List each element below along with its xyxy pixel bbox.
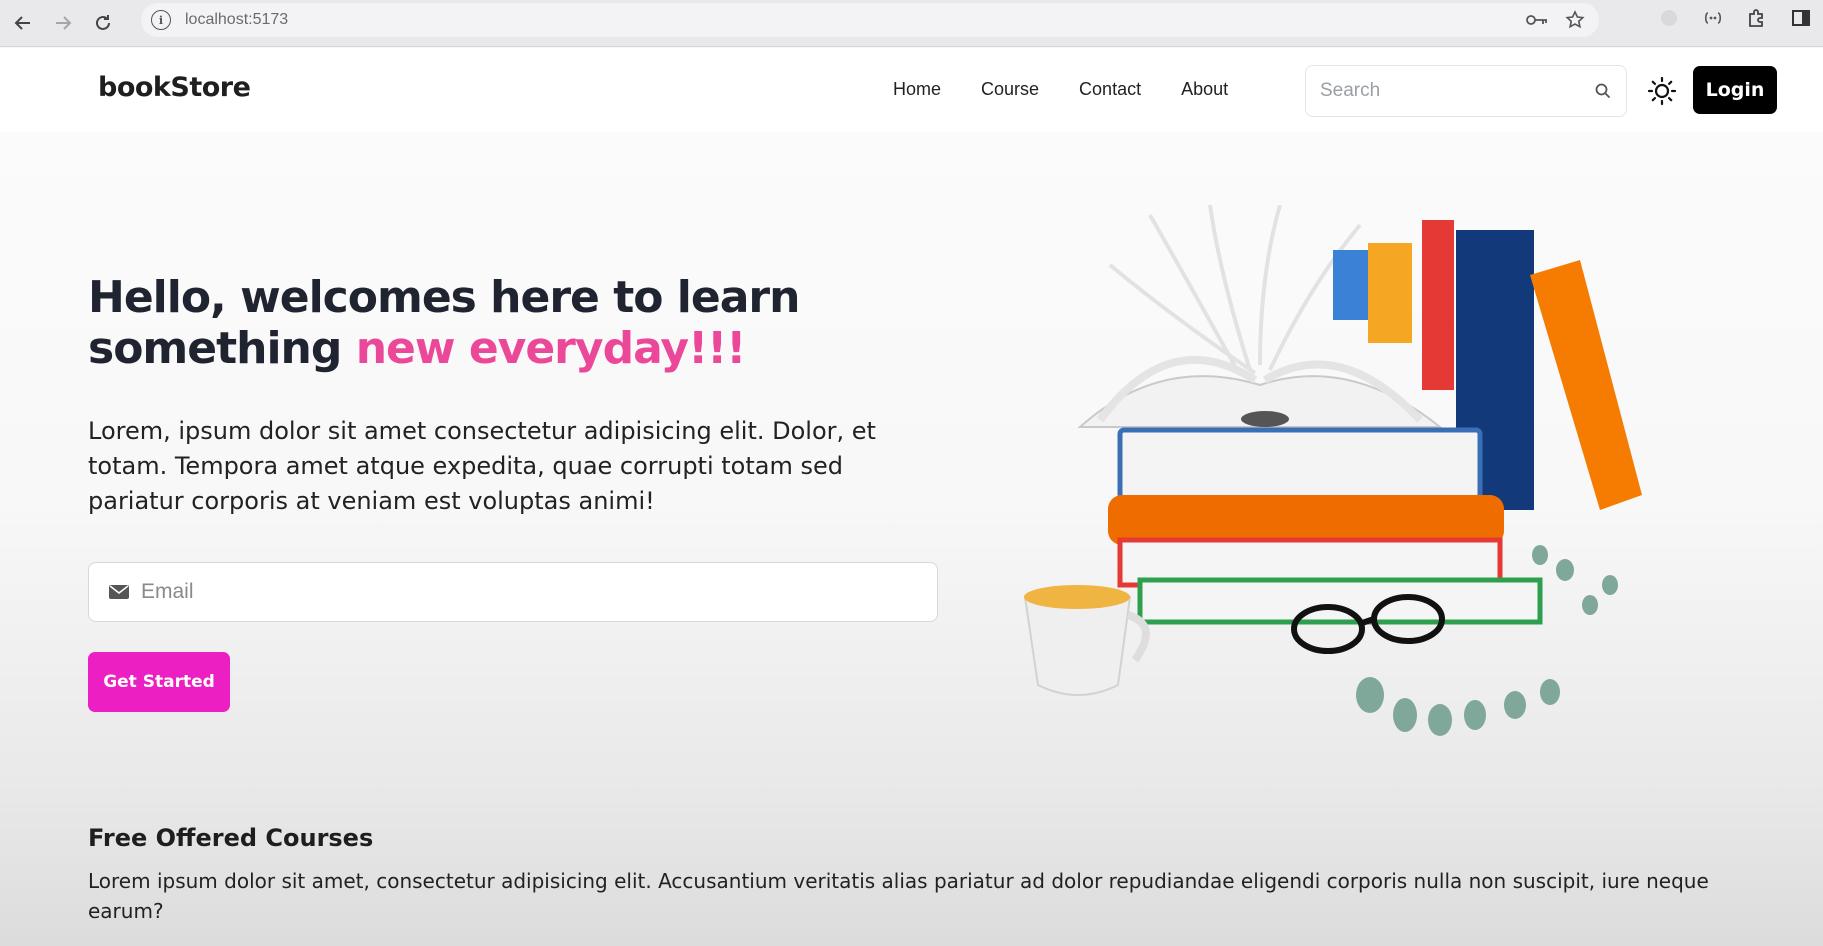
email-field-wrapper [88,562,938,622]
password-key-icon[interactable] [1525,8,1549,32]
hero-title: Hello, welcomes here to learn something … [88,272,908,374]
courses-title: Free Offered Courses [88,824,374,852]
login-button[interactable]: Login [1693,66,1777,114]
nav-link-course[interactable]: Course [981,79,1039,100]
url-text: localhost:5173 [185,11,289,28]
back-arrow-icon[interactable] [6,6,40,40]
address-bar[interactable]: i localhost:5173 [141,3,1599,37]
theme-toggle-button[interactable] [1645,74,1679,108]
browser-toolbar: i localhost:5173 [0,0,1823,47]
reload-icon[interactable] [86,6,120,40]
search-input[interactable] [1320,80,1594,102]
nav-links: Home Course Contact About [893,79,1268,100]
site-navbar: bookStore Home Course Contact About Logi… [0,48,1823,132]
books-illustration [1023,205,1642,736]
forward-arrow-icon[interactable] [46,6,80,40]
bookmark-star-icon[interactable] [1563,8,1587,32]
email-input[interactable] [141,580,917,604]
side-panel-icon[interactable] [1789,6,1813,30]
nav-link-contact[interactable]: Contact [1079,79,1141,100]
hero-description: Lorem, ipsum dolor sit amet consectetur … [88,417,876,515]
profile-icon[interactable] [1657,6,1681,30]
extension-icon[interactable] [1701,6,1725,30]
nav-link-home[interactable]: Home [893,79,941,100]
courses-description: Lorem ipsum dolor sit amet, consectetur … [88,869,1709,923]
hero-title-highlight: new everyday!!! [355,323,747,374]
site-info-icon[interactable]: i [151,10,171,30]
nav-link-about[interactable]: About [1181,79,1228,100]
puzzle-icon[interactable] [1745,6,1769,30]
search-icon[interactable] [1594,82,1612,100]
search-box [1305,65,1627,117]
mail-icon [109,585,129,599]
get-started-button[interactable]: Get Started [88,652,230,712]
site-logo[interactable]: bookStore [98,72,251,103]
sun-icon [1647,76,1677,106]
